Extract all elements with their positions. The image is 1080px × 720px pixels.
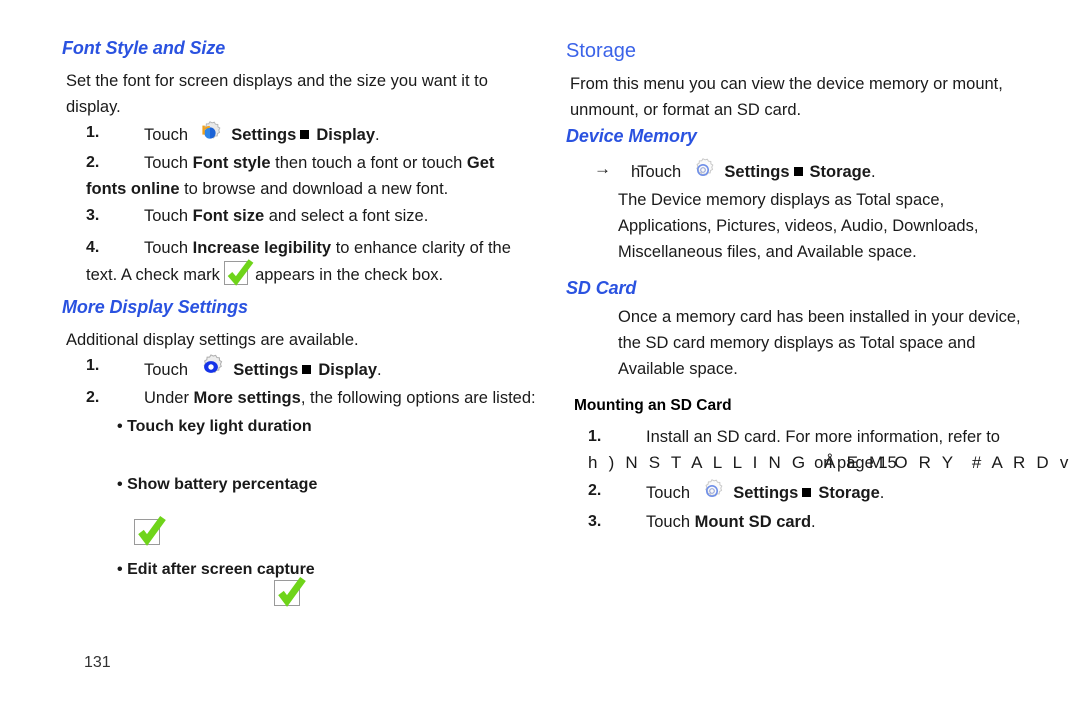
step-number: 1. [86, 357, 100, 374]
settings-gear-icon [699, 478, 725, 504]
heading-device-memory: Device Memory [566, 126, 697, 146]
text: Touch [144, 207, 193, 225]
storage-intro: From this menu you can view the device m… [570, 75, 1003, 119]
settings-label: Settings [231, 126, 297, 144]
square-bullet-icon [793, 167, 803, 176]
text: . [811, 513, 816, 531]
period: . [879, 484, 885, 502]
step-more-2: 2. Under More settings, the following op… [86, 385, 546, 411]
option-label: Touch key light duration [127, 418, 312, 435]
settings-label: Settings [233, 361, 299, 379]
heading-more-display-settings: More Display Settings [62, 297, 248, 317]
square-bullet-icon [302, 365, 312, 374]
text: , the following options are listed: [300, 389, 536, 407]
settings-gear-icon [197, 353, 225, 381]
text: appears in the check box. [250, 266, 444, 284]
settings-gear-icon [197, 120, 223, 146]
text: and select a font size. [264, 207, 429, 225]
step-number: 1. [86, 124, 100, 141]
extraction-artifact-h: h [631, 163, 640, 181]
mounting-step-1: 1. Install an SD card. For more informat… [588, 424, 1068, 476]
green-checkmark-icon [224, 259, 254, 287]
option-bullet-show-battery-percentage: • Show battery percentage [117, 472, 317, 498]
settings-label: Settings [724, 163, 790, 181]
text: Touch [646, 513, 695, 531]
period: . [375, 126, 380, 144]
square-bullet-icon [300, 130, 310, 139]
manual-page: Font Style and Size Set the font for scr… [0, 0, 1080, 720]
text: then touch a font or touch [270, 154, 467, 172]
font-style-term: Font style [192, 154, 271, 172]
text: Under [144, 389, 194, 407]
storage-label: Storage [818, 484, 880, 502]
font-size-term: Font size [192, 207, 265, 225]
display-label: Display [316, 126, 376, 144]
step-number: 2. [588, 482, 602, 499]
step-number: 2. [86, 389, 100, 406]
on-page-overlay-text: on page 15 [814, 454, 897, 472]
heading-sd-card: SD Card [566, 278, 637, 298]
device-memory-step: → hTouch Settings Storage. [594, 157, 1034, 185]
text: Touch [144, 239, 193, 257]
arrow-right-icon: → [594, 159, 611, 178]
heading-mounting-an-sd-card: Mounting an SD Card [574, 397, 732, 414]
overlapping-crossref-artifact: Å E M O R Y # A R D v on page 15 [814, 450, 1071, 476]
step-text-touch: Touch [637, 163, 682, 181]
step-font-3: 3. Touch Font size and select a font siz… [86, 203, 538, 229]
more-display-intro: Additional display settings are availabl… [66, 331, 359, 349]
step-text-touch: Touch [144, 361, 189, 379]
more-settings-term: More settings [193, 389, 301, 407]
step-font-2: 2. Touch Font style then touch a font or… [86, 150, 538, 202]
text: to browse and download a new font. [179, 180, 449, 198]
square-bullet-icon [802, 488, 812, 497]
mounting-step-3: 3. Touch Mount SD card. [588, 509, 1038, 535]
increase-legibility-term: Increase legibility [192, 239, 332, 257]
step-number: 1. [588, 428, 602, 445]
step-font-1: 1. Touch Settings Display. [86, 120, 536, 148]
period: . [377, 361, 382, 379]
bullet-dot-icon: • [117, 476, 123, 493]
step-number: 3. [588, 513, 602, 530]
page-number: 131 [84, 654, 111, 671]
settings-label: Settings [733, 484, 799, 502]
mount-sd-card-term: Mount SD card [694, 513, 812, 531]
step-text-touch: Touch [144, 126, 189, 144]
device-memory-body: The Device memory displays as Total spac… [618, 191, 979, 261]
option-label: Show battery percentage [127, 476, 318, 493]
heading-storage: Storage [566, 40, 637, 62]
heading-font-style-and-size: Font Style and Size [62, 38, 226, 58]
step-text-touch: Touch [646, 484, 691, 502]
text: Install an SD card. For more information… [646, 428, 1000, 446]
mounting-step-2: 2. Touch Settings Storage. [588, 478, 1038, 506]
step-number: 2. [86, 154, 100, 171]
green-checkmark-icon [274, 576, 306, 610]
text: Touch [144, 154, 193, 172]
green-checkmark-icon [134, 515, 166, 549]
step-more-1: 1. Touch Settings Display. [86, 353, 536, 383]
bullet-dot-icon: • [117, 561, 123, 578]
step-font-4: 4. Touch Increase legibility to enhance … [86, 235, 546, 288]
bullet-dot-icon: • [117, 418, 123, 435]
display-label: Display [318, 361, 378, 379]
step-number: 3. [86, 207, 100, 224]
period: . [870, 163, 876, 181]
settings-gear-icon [690, 157, 716, 183]
step-number: 4. [86, 239, 100, 256]
font-style-intro: Set the font for screen displays and the… [66, 72, 488, 116]
garbled-crossref-prefix: h ) N S T A L L I N G [588, 453, 825, 472]
storage-label: Storage [809, 163, 871, 181]
option-bullet-touch-key-light: • Touch key light duration [117, 414, 312, 440]
sd-card-body: Once a memory card has been installed in… [618, 308, 1021, 378]
